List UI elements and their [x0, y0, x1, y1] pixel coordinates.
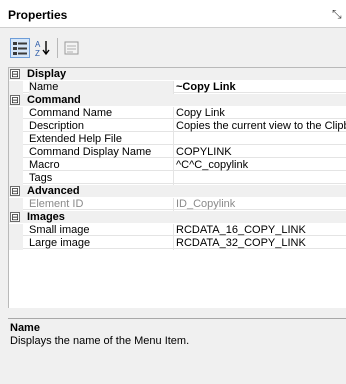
alphabetical-sort-button[interactable]: A Z — [33, 38, 53, 58]
property-value[interactable]: COPYLINK — [175, 146, 346, 159]
alphabetical-sort-icon: A Z — [35, 40, 50, 58]
property-row-macro[interactable]: Macro ^C^C_copylink — [9, 159, 346, 172]
property-name: Tags — [29, 172, 174, 185]
category-label: Command — [27, 94, 81, 106]
category-label: Images — [27, 211, 65, 223]
property-name: Command Display Name — [29, 146, 174, 159]
collapse-toggle-icon[interactable]: ⊟ — [10, 212, 20, 222]
property-name: Command Name — [29, 107, 174, 120]
property-name: Small image — [29, 224, 174, 237]
property-row-large-image[interactable]: Large image RCDATA_32_COPY_LINK — [9, 237, 346, 250]
properties-panel: Properties ⤡ A Z ⊟ Display Name ~Copy Li… — [0, 0, 346, 384]
properties-toolbar: A Z — [0, 29, 346, 65]
property-value[interactable]: RCDATA_32_COPY_LINK — [175, 237, 346, 250]
property-name: Description — [29, 120, 174, 133]
property-name: Name — [29, 81, 174, 94]
property-value: ID_Copylink — [176, 198, 236, 210]
row-gutter — [9, 107, 23, 120]
property-value[interactable]: Copy Link — [175, 107, 346, 120]
property-value[interactable]: RCDATA_16_COPY_LINK — [175, 224, 346, 237]
description-text: Displays the name of the Menu Item. — [10, 335, 190, 347]
svg-text:Z: Z — [35, 49, 40, 58]
category-label: Display — [27, 68, 67, 80]
property-grid: ⊟ Display Name ~Copy Link ⊟ Command Comm… — [8, 67, 346, 308]
property-value[interactable] — [175, 133, 346, 146]
property-row-small-image[interactable]: Small image RCDATA_16_COPY_LINK — [9, 224, 346, 237]
property-row-description[interactable]: Description Copies the current view to t… — [9, 120, 346, 133]
property-name: Large image — [29, 237, 174, 250]
description-panel: Name Displays the name of the Menu Item. — [8, 318, 346, 384]
categorized-view-button[interactable] — [10, 38, 30, 58]
row-gutter — [9, 237, 23, 250]
collapse-toggle-icon[interactable]: ⊟ — [10, 95, 20, 105]
property-row-extended-help-file[interactable]: Extended Help File — [9, 133, 346, 146]
panel-title: Properties — [8, 8, 68, 22]
category-display[interactable]: ⊟ Display — [9, 68, 346, 80]
row-gutter — [9, 146, 23, 159]
property-row-command-name[interactable]: Command Name Copy Link — [9, 107, 346, 120]
svg-text:A: A — [35, 40, 41, 49]
collapse-toggle-icon[interactable]: ⊟ — [10, 186, 20, 196]
property-row-element-id[interactable]: Element ID ID_Copylink — [9, 198, 346, 211]
property-pages-button[interactable] — [62, 38, 82, 58]
property-pages-icon — [64, 41, 79, 55]
toolbar-separator — [57, 38, 58, 58]
categorized-view-icon — [13, 42, 27, 55]
panel-title-bar: Properties ⤡ — [0, 0, 346, 28]
category-advanced[interactable]: ⊟ Advanced — [9, 185, 346, 197]
property-value[interactable]: ~Copy Link — [175, 81, 346, 94]
property-row-name[interactable]: Name ~Copy Link — [9, 81, 346, 94]
property-value[interactable]: Copies the current view to the Clipb — [175, 120, 346, 133]
row-gutter — [9, 172, 23, 185]
row-gutter — [9, 224, 23, 237]
row-gutter — [9, 120, 23, 133]
category-command[interactable]: ⊟ Command — [9, 94, 346, 106]
property-row-tags[interactable]: Tags — [9, 172, 346, 185]
property-value[interactable] — [175, 172, 346, 185]
category-images[interactable]: ⊟ Images — [9, 211, 346, 223]
property-name: Element ID — [29, 198, 174, 211]
property-name: Macro — [29, 159, 174, 172]
collapse-toggle-icon[interactable]: ⊟ — [10, 69, 20, 79]
row-gutter — [9, 198, 23, 211]
category-label: Advanced — [27, 185, 80, 197]
collapse-icon[interactable]: ⤡ — [332, 7, 344, 21]
description-title: Name — [10, 322, 40, 334]
property-row-command-display-name[interactable]: Command Display Name COPYLINK — [9, 146, 346, 159]
property-value[interactable]: ^C^C_copylink — [175, 159, 346, 172]
row-gutter — [9, 133, 23, 146]
row-gutter — [9, 81, 23, 94]
property-name: Extended Help File — [29, 133, 174, 146]
row-gutter — [9, 159, 23, 172]
